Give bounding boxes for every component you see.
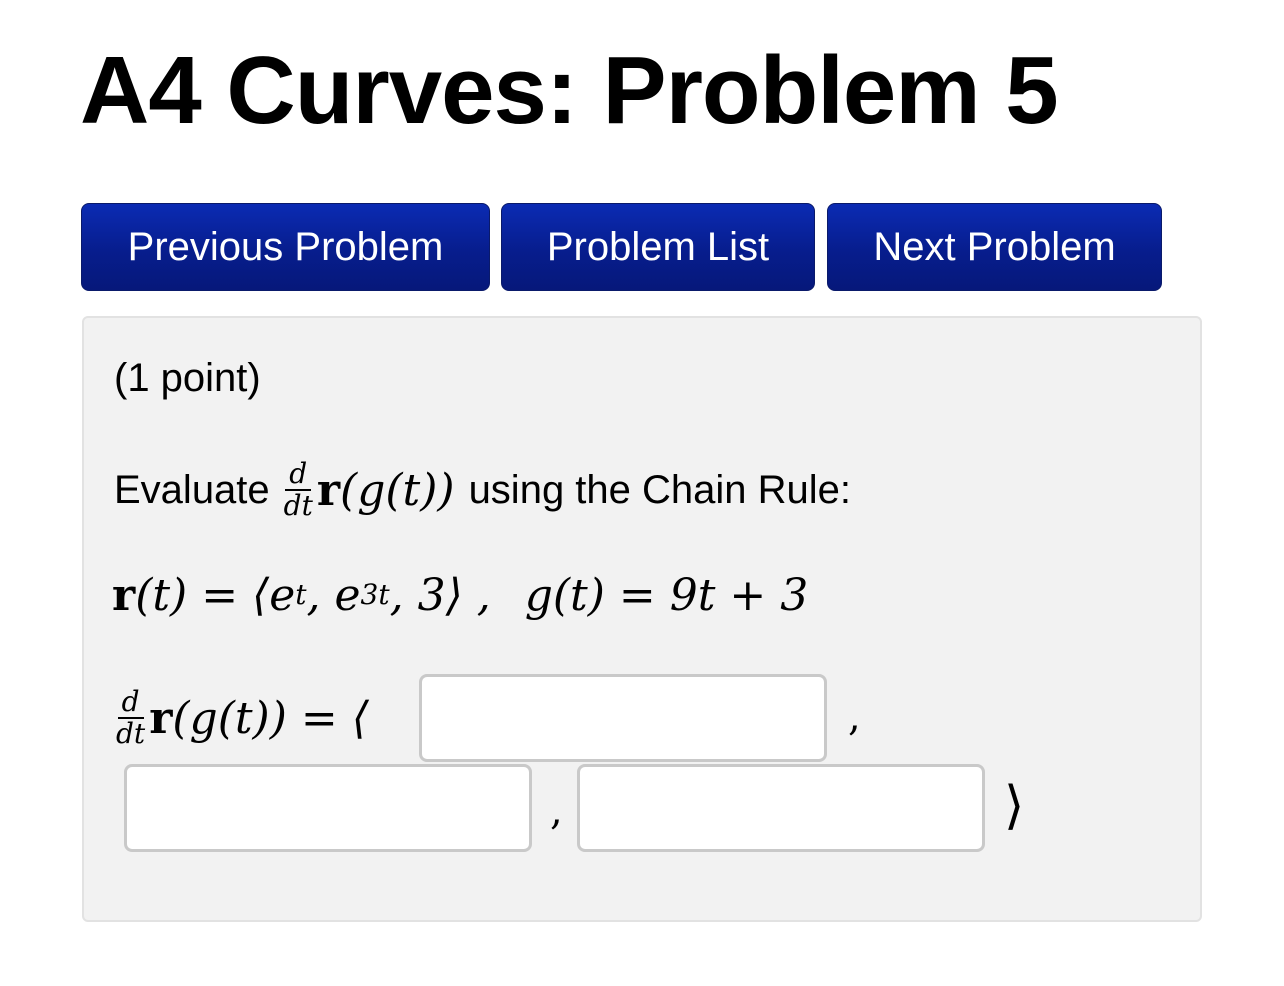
answer-field-2[interactable]: [124, 764, 532, 852]
problem-body: (1 point) Evaluate d dt r(g(t)) using th…: [82, 316, 1202, 922]
previous-problem-button[interactable]: Previous Problem: [81, 203, 490, 291]
composite-expression: (g(t)): [340, 464, 455, 516]
derivative-denominator: dt: [116, 717, 146, 750]
derivative-operator: d dt: [284, 459, 313, 521]
answer-lhs: d dt r(g(t)) = ⟨: [116, 678, 369, 758]
r-component-2-base: , e: [306, 569, 361, 621]
composite-function: r(g(t)): [317, 465, 455, 516]
answer-separator: ,: [848, 694, 861, 740]
evaluate-prefix: Evaluate: [114, 467, 270, 512]
answer-field-3[interactable]: [577, 764, 985, 852]
point-value: (1 point): [114, 356, 261, 400]
r-symbol: r: [149, 692, 173, 744]
closing-angle-bracket: ⟩: [1004, 776, 1025, 836]
answer-separator: ,: [550, 788, 563, 834]
derivative-numerator: d: [117, 687, 144, 719]
r-symbol: r: [112, 569, 136, 621]
derivative-numerator: d: [285, 459, 312, 491]
derivative-denominator: dt: [283, 489, 313, 522]
problem-statement: Evaluate d dt r(g(t)) using the Chain Ru…: [114, 454, 851, 526]
function-definitions: r (t) = ⟨e t, e 3t, 3⟩ , g(t) = 9t + 3: [112, 569, 809, 621]
answer-lhs-tail: (g(t)) = ⟨: [172, 692, 369, 744]
r-symbol: r: [316, 464, 341, 516]
g-definition: g(t) = 9t + 3: [524, 569, 809, 621]
derivative-operator: d dt: [116, 687, 145, 749]
page-title: A4 Curves: Problem 5: [80, 37, 1059, 144]
answer-field-1[interactable]: [419, 674, 827, 762]
next-problem-button[interactable]: Next Problem: [827, 203, 1162, 291]
problem-list-button[interactable]: Problem List: [501, 203, 815, 291]
r-component-3: , 3⟩ ,: [389, 569, 491, 621]
evaluate-suffix: using the Chain Rule:: [468, 467, 852, 512]
r-definition: (t) = ⟨e: [135, 569, 296, 621]
